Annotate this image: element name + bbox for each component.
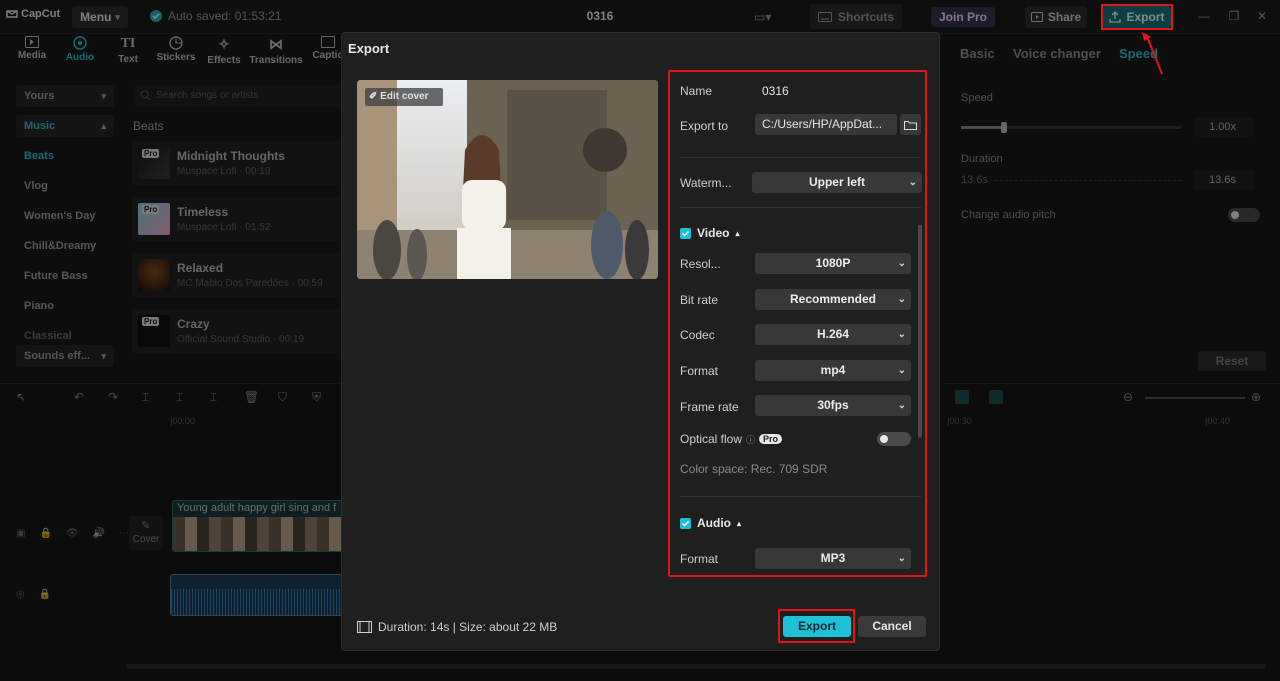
folder-browse-button[interactable] <box>900 114 921 135</box>
chevron-down-icon: ⌄ <box>897 365 906 376</box>
codec-label: Codec <box>680 328 715 342</box>
watermark-label: Waterm... <box>680 176 732 190</box>
cover-edit-icon: ✐ <box>369 91 381 102</box>
chevron-down-icon: ⌄ <box>897 400 906 411</box>
video-section-label: Video <box>697 226 730 240</box>
chevron-down-icon: ⌄ <box>897 553 906 564</box>
preview-image <box>357 80 658 279</box>
duration-size-text: Duration: 14s | Size: about 22 MB <box>378 620 558 634</box>
cancel-button[interactable]: Cancel <box>858 616 926 637</box>
annotation-arrow-icon <box>1138 28 1168 76</box>
video-preview: ✐ Edit cover <box>357 80 658 279</box>
name-field[interactable]: 0316 <box>762 84 789 98</box>
color-space-text: Color space: Rec. 709 SDR <box>680 462 828 476</box>
divider <box>680 157 921 158</box>
edit-cover-label: Edit cover <box>380 91 429 102</box>
audio-checkbox[interactable] <box>680 517 691 529</box>
format-label: Format <box>680 364 719 378</box>
format-select[interactable]: mp4 ⌄ <box>755 360 911 381</box>
bitrate-select[interactable]: Recommended ⌄ <box>755 289 911 310</box>
divider <box>680 496 921 497</box>
export-path-field[interactable]: C:/Users/HP/AppDat... <box>755 114 897 135</box>
export-to-label: Export to <box>680 119 729 133</box>
chevron-up-icon: ▴ <box>735 228 740 238</box>
chevron-down-icon: ⌄ <box>897 329 906 340</box>
bitrate-label: Bit rate <box>680 293 719 307</box>
resolution-label: Resol... <box>680 257 721 271</box>
framerate-select[interactable]: 30fps ⌄ <box>755 395 911 416</box>
optical-flow-toggle[interactable] <box>877 432 911 446</box>
watermark-select[interactable]: Upper left ⌄ <box>752 172 922 193</box>
chevron-down-icon: ⌄ <box>897 294 906 305</box>
audio-section-header[interactable]: Audio ▴ <box>680 516 741 530</box>
audio-section-label: Audio <box>697 516 731 530</box>
folder-icon <box>904 120 917 130</box>
chevron-down-icon: ⌄ <box>897 258 906 269</box>
audio-format-label: Format <box>680 552 719 566</box>
export-top-highlight <box>1101 4 1173 30</box>
pro-badge: Pro <box>759 434 783 444</box>
resolution-select[interactable]: 1080P ⌄ <box>755 253 911 274</box>
name-label: Name <box>680 84 713 98</box>
optical-flow-label: Optical flow <box>680 432 743 446</box>
dialog-title: Export <box>348 41 390 56</box>
edit-cover-button[interactable]: ✐ Edit cover <box>365 88 443 106</box>
optical-flow-row: Optical flow ⓘ Pro <box>680 432 783 446</box>
export-footer-info: Duration: 14s | Size: about 22 MB <box>357 620 557 634</box>
info-icon: ⓘ <box>746 434 756 445</box>
chevron-down-icon: ⌄ <box>908 177 917 188</box>
video-section-header[interactable]: Video ▴ <box>680 226 739 240</box>
framerate-label: Frame rate <box>680 400 739 414</box>
video-checkbox[interactable] <box>680 227 691 239</box>
settings-scrollbar[interactable] <box>918 225 922 438</box>
export-button-highlight <box>778 609 855 643</box>
film-icon <box>357 621 372 633</box>
chevron-up-icon: ▴ <box>737 518 742 528</box>
audio-format-select[interactable]: MP3 ⌄ <box>755 548 911 569</box>
divider <box>680 207 921 208</box>
codec-select[interactable]: H.264 ⌄ <box>755 324 911 345</box>
